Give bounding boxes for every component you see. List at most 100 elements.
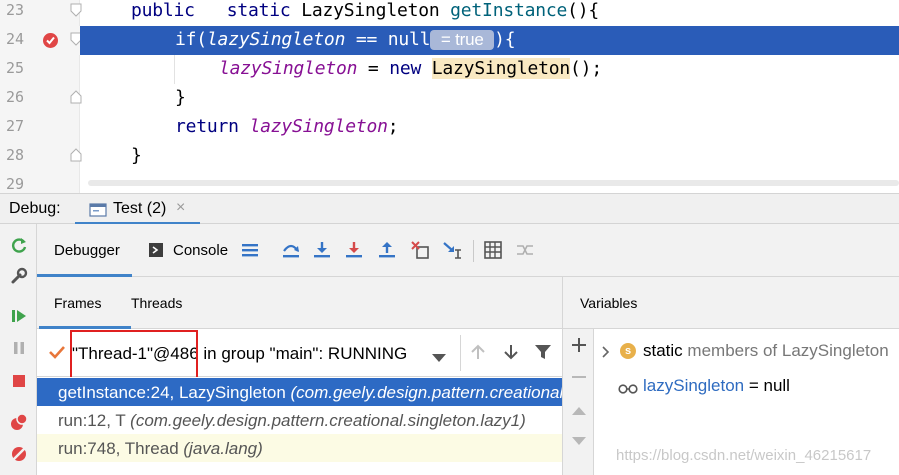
code-line-28[interactable]: 28 } — [0, 142, 899, 171]
move-down-icon[interactable] — [568, 430, 590, 452]
trace-current-stream-icon[interactable] — [514, 239, 536, 261]
frame-method: run:748, Thread — [58, 439, 184, 458]
debug-session-tab-label: Test (2) — [113, 200, 167, 217]
chevron-right-icon[interactable] — [602, 345, 610, 363]
keyword: return — [175, 116, 239, 137]
close-icon[interactable]: × — [176, 199, 185, 217]
line-number: 28 — [6, 146, 25, 164]
gutter-cell[interactable]: 26 — [0, 84, 82, 113]
tab-debugger[interactable]: Debugger — [37, 224, 132, 277]
keyword: new — [389, 58, 422, 79]
debug-tool-window-header: Debug: Test (2) × — [0, 193, 899, 225]
step-over-icon[interactable] — [280, 239, 302, 261]
run-to-cursor-icon[interactable] — [442, 239, 464, 261]
code-text: } — [175, 87, 186, 108]
pause-icon[interactable] — [8, 337, 29, 358]
frames-list[interactable]: getInstance:24, LazySingleton (com.geely… — [37, 377, 562, 475]
console-icon — [149, 243, 163, 262]
variable-label: lazySingleton = null — [643, 376, 790, 396]
code-text: public static LazySingleton getInstance(… — [131, 0, 599, 21]
run-config-icon — [89, 202, 107, 223]
variables-toolbar — [562, 329, 594, 475]
debug-side-toolbar — [0, 224, 37, 475]
line-number: 25 — [6, 59, 25, 77]
code-line-24[interactable]: 24 if(lazySingleton == null = true ){ — [0, 26, 899, 55]
watch-glasses-icon — [618, 381, 638, 399]
code-line-25[interactable]: 25 lazySingleton = new LazySingleton(); — [0, 55, 899, 84]
force-step-into-icon[interactable] — [343, 239, 365, 261]
gutter-cell[interactable]: 24 — [0, 26, 82, 55]
step-into-icon[interactable] — [311, 239, 333, 261]
code-area[interactable]: lazySingleton = new LazySingleton(); — [80, 55, 899, 84]
frame-item[interactable]: getInstance:24, LazySingleton (com.geely… — [37, 378, 562, 406]
drop-frame-icon[interactable] — [409, 239, 431, 261]
tab-threads[interactable]: Threads — [131, 277, 223, 329]
filter-icon[interactable] — [532, 341, 554, 363]
arrow-up-icon[interactable] — [467, 341, 489, 363]
gutter-cell[interactable]: 29 — [0, 171, 80, 193]
line-number: 23 — [6, 1, 25, 19]
annotation-highlight-box — [70, 330, 198, 380]
code-line-26[interactable]: 26 } — [0, 84, 899, 113]
watermark-text: https://blog.csdn.net/weixin_46215617 — [616, 447, 872, 464]
tree-node-variable[interactable]: lazySingleton = null — [594, 368, 899, 398]
gutter-cell[interactable]: 27 — [0, 113, 80, 142]
frame-label: run:748, Thread (java.lang) — [58, 439, 263, 459]
code-line-23[interactable]: 23 public static LazySingleton getInstan… — [0, 0, 899, 26]
frame-package: (java.lang) — [183, 439, 263, 458]
debug-session-tab[interactable]: Test (2) × — [75, 194, 200, 225]
frames-threads-tabs: Frames Threads — [37, 277, 562, 329]
code-area[interactable]: public static LazySingleton getInstance(… — [80, 0, 899, 26]
code-area-current[interactable]: if(lazySingleton == null = true ){ — [80, 26, 899, 55]
show-execution-point-icon[interactable] — [239, 239, 261, 261]
stop-icon[interactable] — [8, 370, 29, 391]
evaluate-expression-icon[interactable] — [482, 239, 504, 261]
mute-breakpoints-icon[interactable] — [8, 443, 29, 464]
tab-console[interactable]: Console — [141, 224, 233, 277]
gutter-cell[interactable]: 28 — [0, 142, 82, 171]
code-line-27[interactable]: 27 return lazySingleton; — [0, 113, 899, 142]
code-area[interactable]: } — [80, 84, 899, 113]
toolbar-separator — [473, 240, 474, 262]
move-up-icon[interactable] — [568, 400, 590, 422]
field-ref: lazySingleton — [219, 58, 358, 79]
code-area[interactable]: return lazySingleton; — [80, 113, 899, 142]
static-members-text: members of LazySingleton — [682, 341, 889, 360]
ide-window: 23 public static LazySingleton getInstan… — [0, 0, 899, 475]
variables-title: Variables — [580, 295, 638, 311]
breakpoint-icon[interactable] — [42, 32, 59, 49]
wrench-icon[interactable] — [8, 265, 29, 286]
view-breakpoints-icon[interactable] — [8, 411, 29, 432]
field-ref: lazySingleton — [249, 116, 388, 137]
line-number: 29 — [6, 175, 25, 193]
tree-node-static-members[interactable]: s static members of LazySingleton — [594, 333, 899, 363]
code-area[interactable]: } — [80, 142, 899, 171]
frame-package: (com.geely.design.pattern.creational.sin… — [130, 411, 526, 430]
line-number: 27 — [6, 117, 25, 135]
variable-name: lazySingleton — [643, 376, 745, 395]
remove-watch-icon[interactable] — [568, 366, 590, 388]
separator — [460, 335, 461, 371]
code-text: == null — [345, 29, 431, 50]
frame-item[interactable]: run:12, T (com.geely.design.pattern.crea… — [37, 406, 562, 434]
tab-threads-label: Threads — [131, 295, 183, 311]
type-name: LazySingleton — [301, 0, 440, 21]
add-watch-icon[interactable] — [568, 334, 590, 356]
tab-frames[interactable]: Frames — [39, 277, 131, 329]
static-badge-icon: s — [620, 343, 636, 359]
gutter-cell[interactable]: 23 — [0, 0, 82, 26]
resume-icon[interactable] — [8, 305, 29, 326]
frame-item[interactable]: run:748, Thread (java.lang) — [37, 434, 562, 462]
tab-debugger-label: Debugger — [54, 242, 120, 259]
keyword: static — [226, 0, 291, 21]
rerun-icon[interactable] — [8, 234, 29, 255]
chevron-down-icon[interactable] — [432, 349, 446, 367]
code-text: lazySingleton = new LazySingleton(); — [219, 58, 602, 79]
horizontal-scrollbar[interactable] — [88, 180, 899, 186]
arrow-down-icon[interactable] — [500, 341, 522, 363]
variables-header: Variables — [562, 277, 899, 329]
indent-guide — [174, 55, 175, 84]
gutter-cell[interactable]: 25 — [0, 55, 80, 84]
code-editor[interactable]: 23 public static LazySingleton getInstan… — [0, 0, 899, 193]
step-out-icon[interactable] — [376, 239, 398, 261]
